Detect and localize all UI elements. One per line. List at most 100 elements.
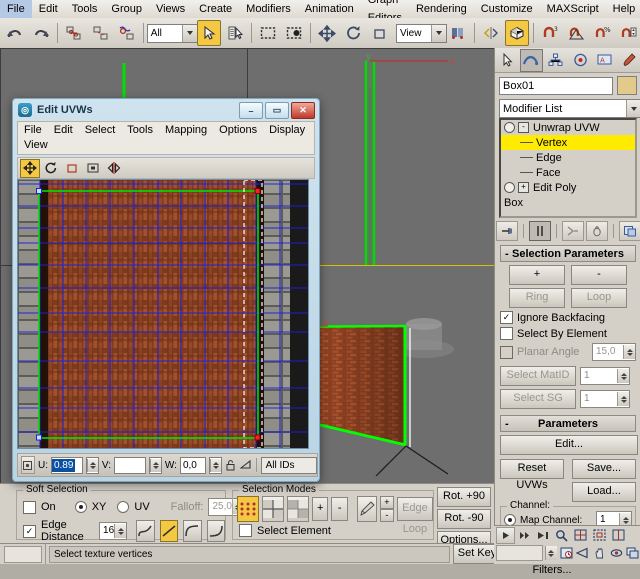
w-input[interactable]: 0,0 bbox=[180, 457, 206, 474]
undo-icon[interactable] bbox=[3, 20, 27, 46]
spinner-arrows-icon[interactable] bbox=[617, 392, 629, 406]
menu-item-tools[interactable]: Tools bbox=[65, 0, 105, 18]
snap-toggle-3-icon[interactable]: 3 bbox=[538, 20, 562, 46]
select-element-checkbox[interactable] bbox=[239, 524, 252, 537]
spinner-arrows-icon[interactable] bbox=[545, 546, 557, 560]
loop-button[interactable]: Loop bbox=[571, 288, 627, 308]
menu-item-edit[interactable]: Edit bbox=[32, 0, 65, 18]
edge-distance-checkbox[interactable]: ✓ bbox=[23, 525, 36, 538]
stack-item-box[interactable]: Box bbox=[501, 195, 635, 210]
object-name-input[interactable]: Box01 bbox=[499, 77, 613, 95]
menu-item-customize[interactable]: Customize bbox=[474, 0, 540, 18]
angle-snap-icon[interactable] bbox=[565, 20, 589, 46]
stack-item-vertex[interactable]: Vertex bbox=[501, 135, 635, 150]
falloff-curve-slow-out[interactable] bbox=[183, 520, 201, 542]
planar-angle-spinner[interactable]: 15,0 bbox=[592, 343, 636, 361]
spinner-arrows-icon[interactable] bbox=[87, 459, 98, 472]
spinner-arrows-icon[interactable] bbox=[150, 459, 161, 472]
time-field[interactable] bbox=[496, 545, 543, 561]
chevron-down-icon[interactable] bbox=[626, 100, 640, 117]
paint-decrease-button[interactable]: - bbox=[380, 509, 394, 522]
ignore-backfacing-row[interactable]: ✓ Ignore Backfacing bbox=[500, 311, 636, 324]
stack-item-edit-poly[interactable]: +Edit Poly bbox=[501, 180, 635, 195]
freeform-mode-icon[interactable] bbox=[83, 159, 103, 178]
spinner-arrows-icon[interactable] bbox=[617, 369, 629, 383]
rot-minus-90-button[interactable]: Rot. -90 bbox=[437, 509, 491, 529]
reference-coordinate-dropdown[interactable]: View bbox=[396, 24, 447, 43]
unlock-icon[interactable] bbox=[225, 458, 237, 472]
falloff-curve-linear[interactable] bbox=[160, 520, 178, 542]
move-tool-icon[interactable] bbox=[20, 159, 40, 178]
spinner-arrows-icon[interactable] bbox=[210, 459, 221, 472]
pin-stack-button[interactable] bbox=[496, 221, 518, 241]
uvw-menu-item-select[interactable]: Select bbox=[79, 123, 122, 138]
reset-uvws-button[interactable]: Reset UVWs bbox=[500, 459, 564, 479]
menu-item-rendering[interactable]: Rendering bbox=[409, 0, 474, 18]
edit-button[interactable]: Edit... bbox=[500, 435, 638, 455]
bind-space-warp-icon[interactable] bbox=[115, 20, 139, 46]
shrink-selection-button[interactable]: - bbox=[571, 265, 627, 285]
modifier-stack[interactable]: -Unwrap UVWVertexEdgeFace+Edit PolyBox bbox=[499, 118, 637, 218]
close-button[interactable]: ✕ bbox=[291, 102, 315, 119]
tangent-icon[interactable] bbox=[240, 458, 252, 472]
light-bulb-icon[interactable] bbox=[504, 182, 515, 193]
soft-selection-xy-radio[interactable] bbox=[75, 501, 87, 513]
select-move-icon[interactable] bbox=[315, 20, 339, 46]
rectangular-region-icon[interactable] bbox=[256, 20, 280, 46]
select-rotate-icon[interactable] bbox=[342, 20, 366, 46]
u-spinner[interactable] bbox=[86, 457, 99, 474]
uvw-menu-item-mapping[interactable]: Mapping bbox=[159, 123, 213, 138]
menu-item-file[interactable]: File bbox=[0, 0, 32, 18]
planar-angle-row[interactable]: Planar Angle 15,0 bbox=[500, 343, 636, 361]
w-spinner[interactable] bbox=[209, 457, 222, 474]
next-frame-icon[interactable] bbox=[517, 528, 533, 542]
time-spinner[interactable] bbox=[545, 546, 557, 560]
window-crossing-icon[interactable] bbox=[282, 20, 306, 46]
menu-item-group[interactable]: Group bbox=[104, 0, 149, 18]
soft-selection-on-checkbox[interactable] bbox=[23, 501, 36, 514]
parameters-rollout-header[interactable]: - Parameters bbox=[500, 415, 636, 432]
edit-uvws-dialog[interactable]: ◎ Edit UVWs – ▭ ✕ FileEditSelectToolsMap… bbox=[12, 98, 320, 482]
select-by-name-icon[interactable] bbox=[223, 20, 247, 46]
u-input[interactable]: 0.89 bbox=[51, 457, 83, 474]
chevron-down-icon[interactable] bbox=[182, 25, 197, 42]
menu-item-maxscript[interactable]: MAXScript bbox=[540, 0, 606, 18]
v-spinner[interactable] bbox=[149, 457, 162, 474]
object-color-swatch[interactable] bbox=[617, 76, 637, 95]
modifier-list-dropdown[interactable]: Modifier List bbox=[499, 99, 637, 116]
display-tab[interactable]: A bbox=[593, 49, 615, 72]
uvw-menu-item-view[interactable]: View bbox=[18, 138, 54, 153]
uvw-menu-item-options[interactable]: Options bbox=[213, 123, 263, 138]
use-pivot-center-icon[interactable] bbox=[446, 20, 470, 46]
menu-item-help[interactable]: Help bbox=[606, 0, 640, 18]
select-sg-spinner[interactable]: 1 bbox=[580, 390, 630, 408]
uvw-menu-item-tools[interactable]: Tools bbox=[121, 123, 159, 138]
select-sg-button[interactable]: Select SG bbox=[500, 389, 576, 409]
ignore-backfacing-checkbox[interactable]: ✓ bbox=[500, 311, 513, 324]
menu-item-views[interactable]: Views bbox=[149, 0, 192, 18]
time-config-icon[interactable] bbox=[559, 546, 574, 561]
scale-tool-icon[interactable] bbox=[62, 159, 82, 178]
menu-item-animation[interactable]: Animation bbox=[298, 0, 361, 18]
menu-item-modifiers[interactable]: Modifiers bbox=[239, 0, 298, 18]
shrink-selection-button[interactable]: - bbox=[331, 497, 347, 521]
modify-tab[interactable] bbox=[520, 49, 542, 72]
paint-select-button[interactable] bbox=[357, 496, 377, 522]
save-button[interactable]: Save... bbox=[572, 459, 636, 479]
mirror-tool-icon[interactable] bbox=[104, 159, 124, 178]
stack-item-unwrap-uvw[interactable]: -Unwrap UVW bbox=[501, 120, 635, 135]
ring-button[interactable]: Ring bbox=[509, 288, 565, 308]
zoom-extents-icon[interactable] bbox=[591, 528, 608, 543]
select-scale-icon[interactable] bbox=[368, 20, 392, 46]
load-button[interactable]: Load... bbox=[572, 482, 636, 502]
falloff-curve-smooth[interactable] bbox=[136, 520, 154, 542]
mirror-icon[interactable] bbox=[479, 20, 503, 46]
zoom-region-icon[interactable] bbox=[610, 528, 627, 543]
material-id-filter[interactable]: All IDs bbox=[261, 457, 317, 474]
remove-modifier-button[interactable] bbox=[586, 221, 608, 241]
minimize-button[interactable]: – bbox=[239, 102, 263, 119]
utilities-tab[interactable] bbox=[618, 49, 640, 72]
selection-parameters-rollout-header[interactable]: - Selection Parameters bbox=[500, 245, 636, 262]
select-by-element-row[interactable]: Select By Element bbox=[500, 327, 636, 340]
uv-editor-canvas[interactable] bbox=[17, 179, 309, 449]
